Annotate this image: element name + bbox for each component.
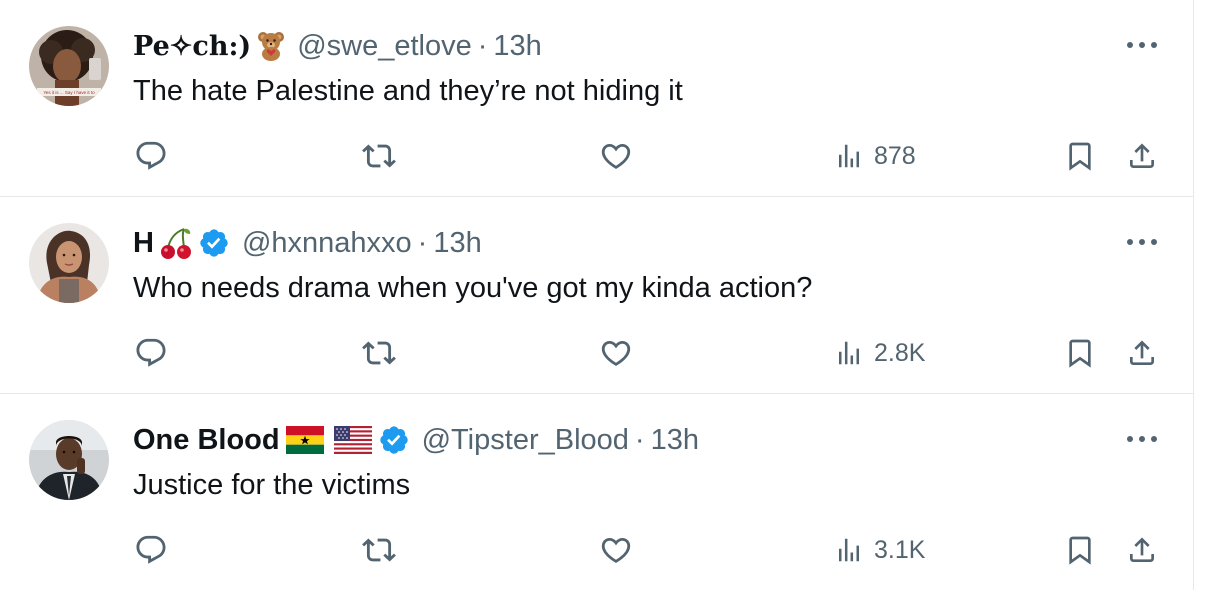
like-button[interactable] xyxy=(599,333,633,373)
separator: · xyxy=(634,423,645,456)
verified-badge-icon[interactable] xyxy=(378,424,410,456)
avatar[interactable] xyxy=(29,420,109,500)
reply-icon xyxy=(134,533,168,567)
timestamp[interactable]: 13h xyxy=(493,30,541,63)
action-bar: 3.1K xyxy=(0,530,1193,570)
tweet[interactable]: One Blood @Tipster_Blood · 13h Justice f… xyxy=(0,394,1193,591)
bookmark-button[interactable] xyxy=(1064,530,1096,570)
usa-flag-icon xyxy=(333,426,372,454)
more-icon[interactable] xyxy=(1127,235,1157,249)
views-count: 2.8K xyxy=(874,338,926,367)
timestamp[interactable]: 13h xyxy=(651,424,699,457)
share-button[interactable] xyxy=(1126,530,1158,570)
user-handle[interactable]: @hxnnahxxo xyxy=(242,227,412,260)
views-icon xyxy=(834,338,864,368)
separator: · xyxy=(417,226,428,259)
cherries-emoji-icon xyxy=(160,226,192,260)
user-handle[interactable]: @swe_etlove xyxy=(297,30,472,63)
share-icon xyxy=(1126,534,1158,566)
tweet-text: Justice for the victims xyxy=(133,469,411,501)
tweet[interactable]: H @hxnnahxxo · 13h Who needs drama when … xyxy=(0,197,1193,394)
tweet-text: Who needs drama when you've got my kinda… xyxy=(133,272,813,304)
ghana-flag-icon xyxy=(285,426,324,454)
retweet-icon xyxy=(362,336,396,370)
like-button[interactable] xyxy=(599,530,633,570)
tweet-header: One Blood @Tipster_Blood · 13h xyxy=(133,423,699,457)
views-count: 3.1K xyxy=(874,535,926,564)
avatar[interactable] xyxy=(29,223,109,303)
heart-icon xyxy=(599,533,633,567)
teddy-bear-emoji-icon xyxy=(257,31,285,61)
display-name[interactable]: H xyxy=(133,227,154,260)
action-bar: 878 xyxy=(0,136,1193,176)
views-count: 878 xyxy=(874,141,916,170)
share-button[interactable] xyxy=(1126,333,1158,373)
reply-icon xyxy=(134,139,168,173)
retweet-icon xyxy=(362,533,396,567)
reply-button[interactable] xyxy=(134,530,168,570)
share-button[interactable] xyxy=(1126,136,1158,176)
views-button[interactable]: 3.1K xyxy=(834,530,925,570)
display-name[interactable]: One Blood xyxy=(133,424,280,457)
more-icon[interactable] xyxy=(1127,432,1157,446)
tweet-header: Pe✧ch:) @swe_etlove · 13h xyxy=(133,29,542,63)
retweet-button[interactable] xyxy=(362,333,396,373)
views-icon xyxy=(834,141,864,171)
like-button[interactable] xyxy=(599,136,633,176)
display-name[interactable]: Pe✧ch:) xyxy=(133,31,251,62)
reply-button[interactable] xyxy=(134,136,168,176)
bookmark-icon xyxy=(1064,140,1096,172)
tweet-text: The hate Palestine and they’re not hidin… xyxy=(133,75,683,107)
views-button[interactable]: 2.8K xyxy=(834,333,925,373)
share-icon xyxy=(1126,140,1158,172)
avatar[interactable]: Yes it is ... Say I have it to xyxy=(29,26,109,106)
retweet-icon xyxy=(362,139,396,173)
reply-feed: Yes it is ... Say I have it to Pe✧ch:) @… xyxy=(0,0,1194,590)
avatar-caption: Yes it is ... Say I have it to xyxy=(43,90,95,95)
views-icon xyxy=(834,535,864,565)
action-bar: 2.8K xyxy=(0,333,1193,373)
separator: · xyxy=(477,29,488,62)
reply-icon xyxy=(134,336,168,370)
timestamp[interactable]: 13h xyxy=(433,227,481,260)
retweet-button[interactable] xyxy=(362,136,396,176)
verified-badge-icon[interactable] xyxy=(198,227,230,259)
user-handle[interactable]: @Tipster_Blood xyxy=(422,424,629,457)
reply-button[interactable] xyxy=(134,333,168,373)
share-icon xyxy=(1126,337,1158,369)
more-icon[interactable] xyxy=(1127,38,1157,52)
bookmark-icon xyxy=(1064,534,1096,566)
bookmark-button[interactable] xyxy=(1064,333,1096,373)
heart-icon xyxy=(599,336,633,370)
retweet-button[interactable] xyxy=(362,530,396,570)
tweet-header: H @hxnnahxxo · 13h xyxy=(133,226,482,260)
heart-icon xyxy=(599,139,633,173)
tweet[interactable]: Yes it is ... Say I have it to Pe✧ch:) @… xyxy=(0,0,1193,197)
bookmark-icon xyxy=(1064,337,1096,369)
bookmark-button[interactable] xyxy=(1064,136,1096,176)
views-button[interactable]: 878 xyxy=(834,136,916,176)
